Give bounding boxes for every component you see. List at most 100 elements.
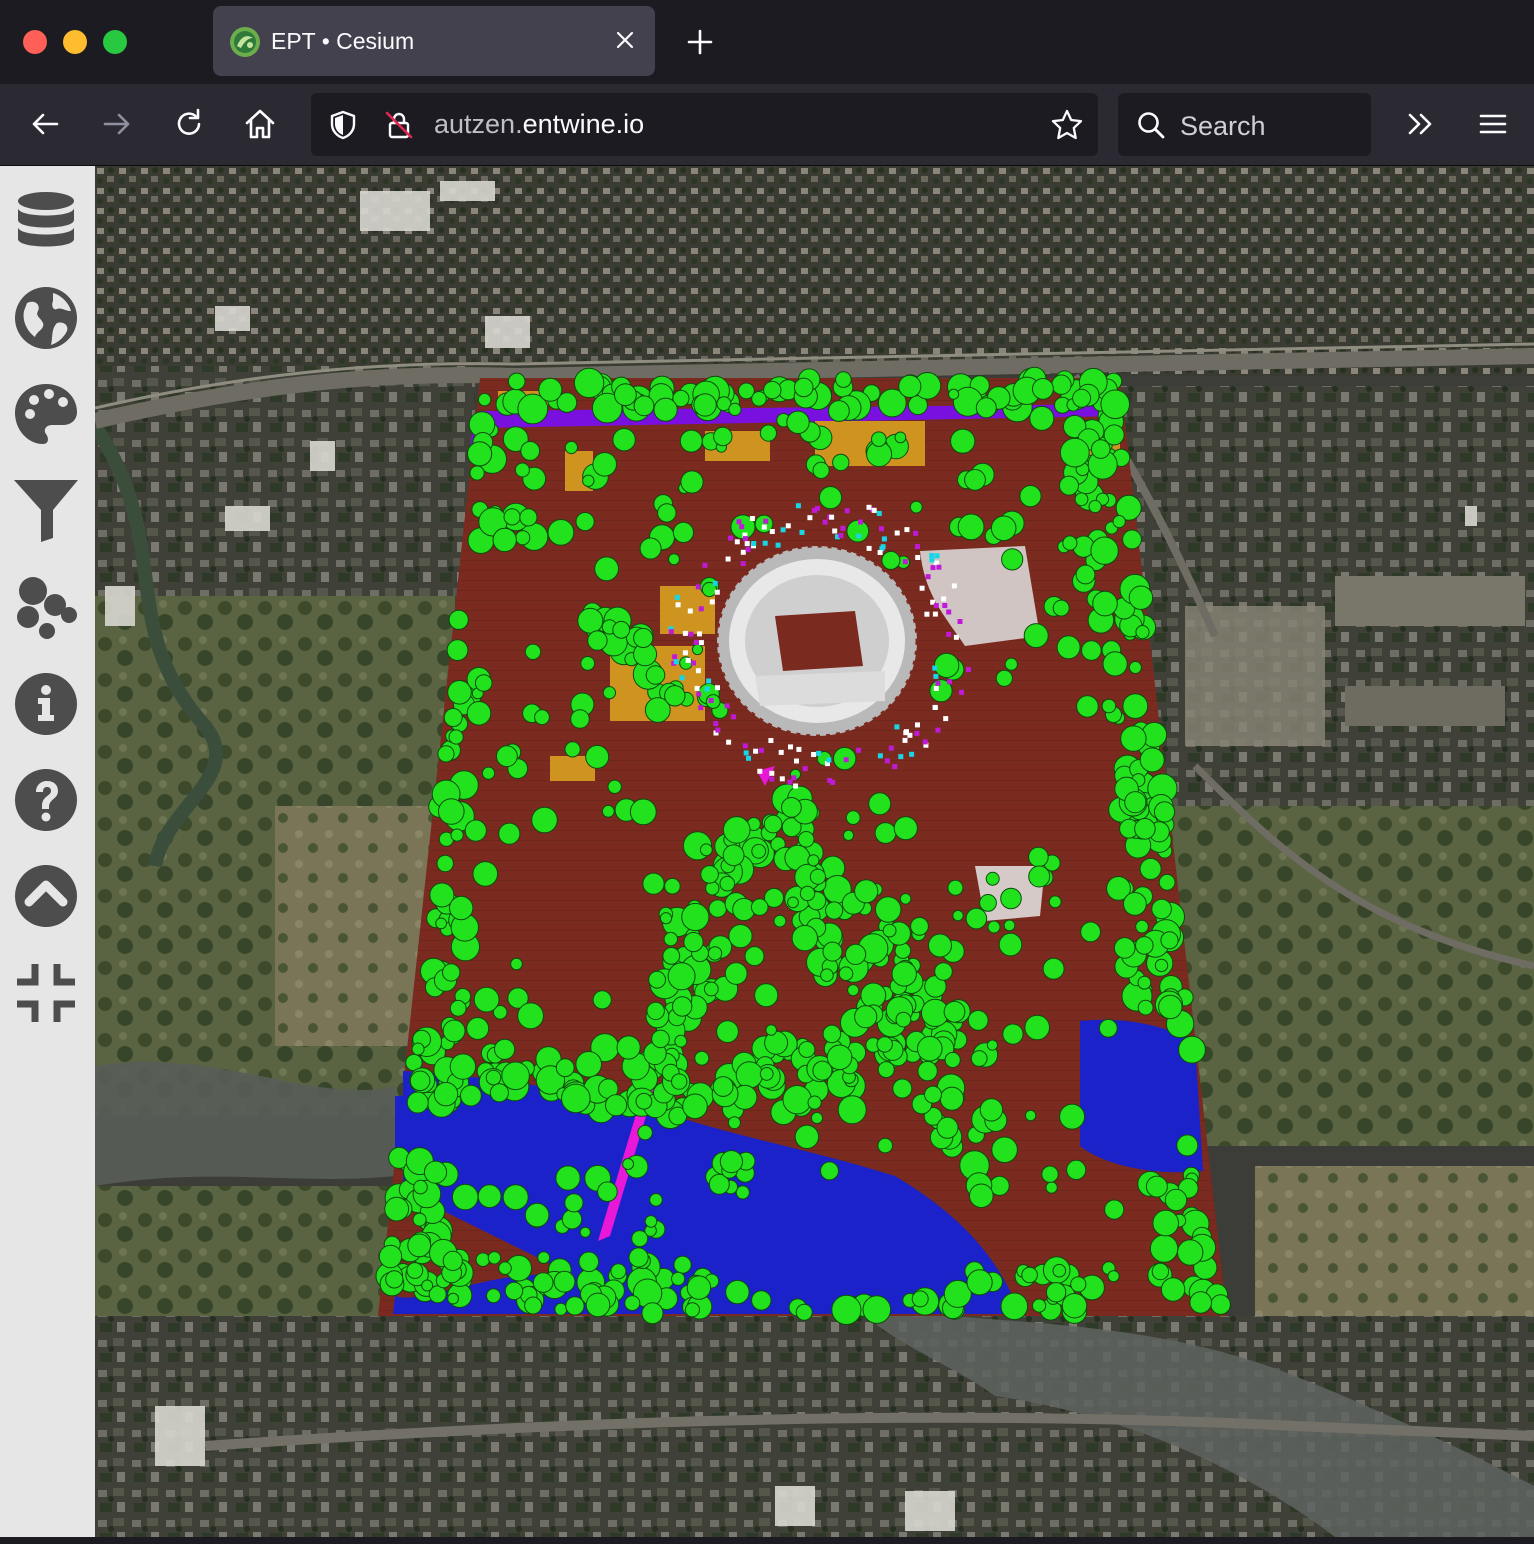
tree-point: [1090, 439, 1111, 459]
shield-icon[interactable]: [327, 109, 359, 141]
tree-point: [735, 1185, 750, 1200]
arrow-right-icon[interactable]: [99, 106, 135, 142]
tree-point: [892, 1078, 913, 1099]
tree-point: [750, 898, 769, 916]
compress-icon[interactable]: [13, 960, 79, 1026]
tree-point: [1101, 698, 1117, 714]
lock-crossed-icon[interactable]: [383, 109, 415, 141]
tree-point: [1149, 1234, 1179, 1263]
tree-point: [1124, 791, 1147, 814]
tree-point: [570, 709, 590, 729]
tree-point: [449, 999, 467, 1017]
map-canvas[interactable]: [95, 166, 1534, 1537]
tree-point: [707, 946, 723, 961]
window-close-button[interactable]: [23, 30, 47, 54]
window-minimize-button[interactable]: [63, 30, 87, 54]
tree-point: [616, 1035, 641, 1060]
classified-point: [731, 714, 737, 720]
chevron-up-circle-icon[interactable]: [13, 863, 79, 929]
cesium-viewer[interactable]: [95, 166, 1534, 1537]
info-icon[interactable]: [13, 671, 79, 737]
tree-point: [1145, 1175, 1168, 1198]
reload-icon[interactable]: [171, 106, 207, 142]
tree-point: [807, 854, 820, 867]
classified-point: [673, 659, 679, 665]
tree-point: [751, 391, 767, 407]
tree-point: [436, 854, 454, 873]
tree-point: [683, 932, 704, 953]
palette-icon[interactable]: [13, 382, 79, 448]
tree-point: [682, 1093, 708, 1120]
address-bar[interactable]: autzen.entwine.io: [311, 93, 1098, 156]
classified-point: [696, 691, 702, 697]
arrow-left-icon[interactable]: [27, 106, 63, 142]
tree-point: [487, 1251, 502, 1265]
window-zoom-button[interactable]: [103, 30, 127, 54]
tree-point: [728, 402, 742, 416]
tree-point: [498, 1261, 512, 1275]
tree-point: [624, 1295, 641, 1312]
classified-point: [768, 738, 774, 743]
tree-point: [664, 685, 686, 707]
tree-point: [759, 1067, 774, 1081]
tree-point: [812, 461, 830, 479]
classified-point: [858, 519, 863, 525]
classified-point: [877, 550, 883, 555]
database-icon[interactable]: [13, 188, 79, 254]
classified-point: [698, 705, 704, 711]
tree-point: [987, 920, 1001, 934]
browser-tab-active[interactable]: EPT • Cesium: [213, 6, 655, 76]
url-domain: entwine.io: [522, 109, 645, 139]
classified-point: [779, 776, 785, 782]
tree-point: [1092, 590, 1118, 617]
classified-point: [866, 545, 872, 551]
tree-point: [409, 1070, 431, 1092]
tree-point: [899, 893, 912, 905]
help-icon[interactable]: [13, 767, 79, 833]
filter-icon[interactable]: [13, 478, 79, 544]
hamburger-menu-icon[interactable]: [1475, 106, 1511, 142]
tree-point: [705, 881, 720, 896]
cesium-logo-icon: [230, 27, 260, 57]
classified-point: [934, 553, 940, 559]
classified-point: [866, 504, 872, 510]
classified-point: [691, 660, 696, 666]
tree-point: [964, 469, 986, 491]
tree-point: [703, 981, 719, 997]
home-icon[interactable]: [242, 106, 278, 142]
chevron-double-right-icon[interactable]: [1403, 106, 1439, 142]
tree-point: [1176, 1134, 1199, 1157]
tree-point: [837, 1095, 867, 1125]
tree-point: [585, 744, 610, 769]
close-icon[interactable]: [613, 28, 637, 52]
globe-icon[interactable]: [13, 285, 79, 351]
classified-point: [838, 533, 844, 539]
classified-point: [943, 716, 949, 722]
star-icon[interactable]: [1050, 108, 1084, 142]
classified-point: [929, 557, 935, 563]
tree-point: [820, 968, 834, 983]
tree-point: [384, 1196, 410, 1222]
classified-point: [796, 746, 802, 752]
tree-point: [524, 1296, 543, 1315]
tree-point: [515, 530, 531, 546]
points-icon[interactable]: [13, 575, 79, 641]
search-input[interactable]: Search: [1118, 93, 1371, 156]
tree-point: [1139, 857, 1162, 880]
tree-point: [657, 503, 677, 523]
tree-point: [1021, 1266, 1038, 1284]
tree-point: [909, 500, 923, 514]
tree-point: [985, 871, 1000, 886]
tree-point: [1059, 1103, 1086, 1130]
classified-point: [830, 779, 836, 785]
tree-point: [1059, 475, 1079, 496]
tree-point: [635, 1092, 653, 1110]
classified-point: [915, 722, 920, 728]
tree-point: [582, 474, 595, 487]
tree-point: [910, 916, 929, 936]
tree-point: [1000, 1292, 1029, 1321]
classified-point: [941, 596, 947, 602]
new-tab-button[interactable]: [684, 26, 716, 58]
tree-point: [1004, 657, 1018, 671]
tree-point: [979, 894, 997, 912]
